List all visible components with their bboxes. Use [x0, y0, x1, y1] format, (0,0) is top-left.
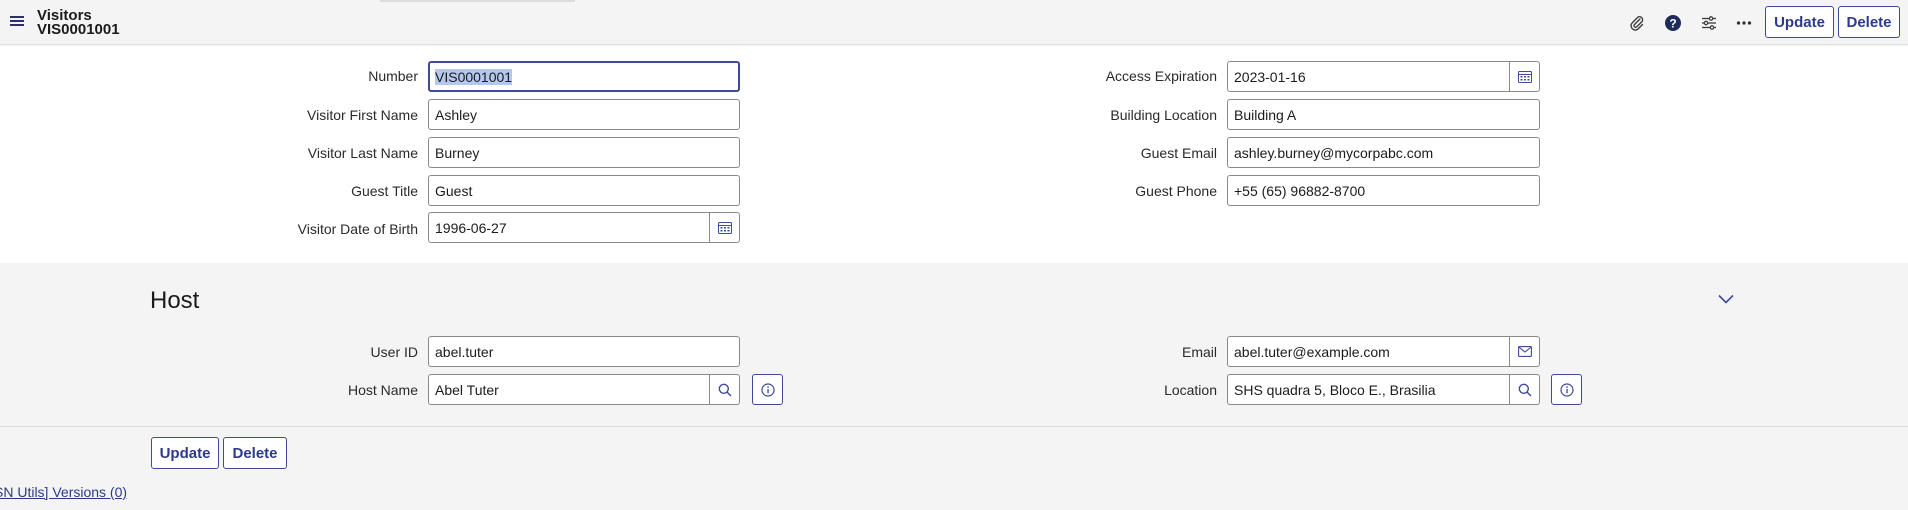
help-icon[interactable]: ?: [1663, 13, 1683, 33]
info-icon[interactable]: [752, 374, 783, 405]
versions-link[interactable]: SN Utils] Versions (0): [0, 484, 127, 500]
number-value: VIS0001001: [435, 69, 513, 85]
building-location-label: Building Location: [1110, 107, 1217, 123]
calendar-icon[interactable]: [1509, 61, 1540, 92]
email-field[interactable]: abel.tuter@example.com: [1227, 336, 1510, 367]
access-expiration-label: Access Expiration: [1105, 68, 1217, 84]
chevron-down-icon[interactable]: [1716, 291, 1736, 307]
building-location-field[interactable]: Building A: [1227, 99, 1540, 130]
number-label: Number: [368, 68, 418, 84]
dob-label: Visitor Date of Birth: [297, 221, 418, 237]
location-label: Location: [1164, 382, 1217, 398]
info-icon[interactable]: [1551, 374, 1582, 405]
guest-phone-label: Guest Phone: [1135, 183, 1217, 199]
first-name-label: Visitor First Name: [307, 107, 418, 123]
location-field[interactable]: SHS quadra 5, Bloco E., Brasilia: [1227, 374, 1510, 405]
mail-icon[interactable]: [1509, 336, 1540, 367]
form-header: Visitors VIS0001001 ? Update Delete: [0, 0, 1908, 45]
guest-title-label: Guest Title: [351, 183, 418, 199]
section-divider: [0, 426, 1908, 427]
host-section-title: Host: [150, 287, 200, 314]
guest-title-field[interactable]: Guest: [428, 175, 740, 206]
paperclip-icon[interactable]: [1627, 13, 1647, 33]
last-name-label: Visitor Last Name: [307, 145, 418, 161]
loading-stripe: [380, 0, 575, 2]
hamburger-icon[interactable]: [10, 14, 24, 28]
search-icon[interactable]: [1509, 374, 1540, 405]
guest-email-label: Guest Email: [1140, 145, 1217, 161]
email-label: Email: [1181, 344, 1217, 360]
last-name-field[interactable]: Burney: [428, 137, 740, 168]
dob-field[interactable]: 1996-06-27: [428, 212, 710, 243]
calendar-icon[interactable]: [709, 212, 740, 243]
guest-phone-field[interactable]: +55 (65) 96882-8700: [1227, 175, 1540, 206]
sliders-icon[interactable]: [1699, 13, 1719, 33]
access-expiration-field[interactable]: 2023-01-16: [1227, 61, 1510, 92]
svg-text:?: ?: [1669, 17, 1676, 31]
search-icon[interactable]: [709, 374, 740, 405]
user-id-label: User ID: [370, 344, 418, 360]
first-name-field[interactable]: Ashley: [428, 99, 740, 130]
record-number: VIS0001001: [37, 21, 120, 38]
number-field[interactable]: VIS0001001: [428, 61, 740, 92]
more-icon[interactable]: [1734, 13, 1754, 33]
update-button[interactable]: Update: [1765, 6, 1834, 38]
update-button[interactable]: Update: [151, 437, 219, 469]
user-id-field[interactable]: abel.tuter: [428, 336, 740, 367]
guest-email-field[interactable]: ashley.burney@mycorpabc.com: [1227, 137, 1540, 168]
delete-button[interactable]: Delete: [223, 437, 287, 469]
host-name-label: Host Name: [347, 382, 418, 398]
delete-button[interactable]: Delete: [1838, 6, 1900, 38]
host-name-field[interactable]: Abel Tuter: [428, 374, 710, 405]
